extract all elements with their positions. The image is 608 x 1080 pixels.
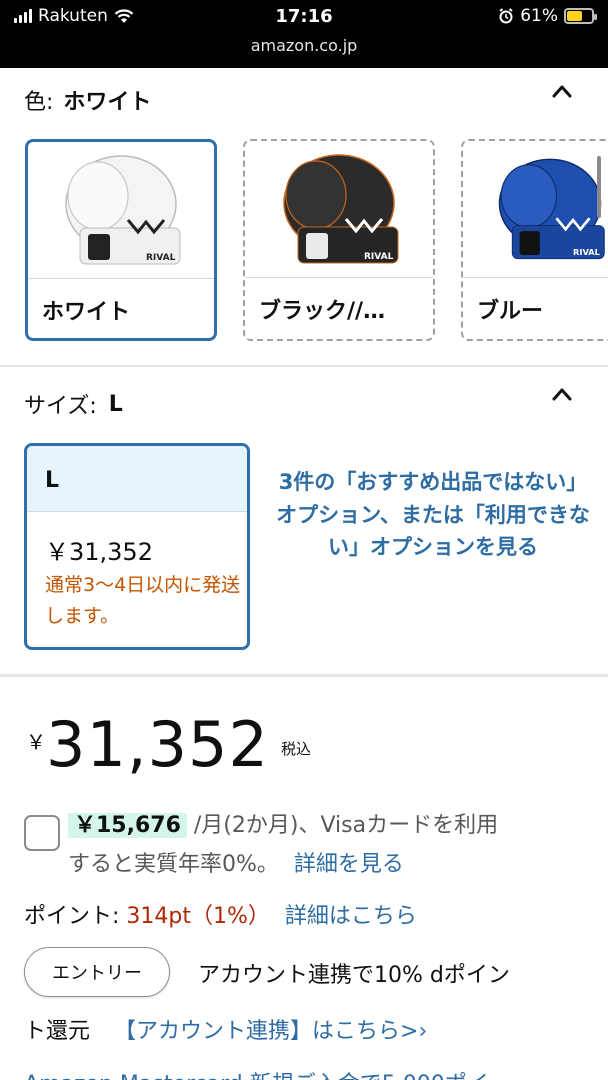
entry-button[interactable]: エントリー (24, 947, 170, 997)
installment-details-link[interactable]: 詳細を見る (294, 852, 404, 877)
battery-icon (564, 8, 597, 24)
color-option-label: ブラック//… (259, 299, 386, 324)
size-option-price: ￥31,352 (45, 538, 153, 566)
other-options-link[interactable]: 3件の「おすすめ出品ではない」オプション、または「利用できない」オプションを見る (272, 466, 594, 564)
size-header: サイズ: L (24, 388, 123, 420)
account-link[interactable]: 【アカウント連携】はこちら>› (114, 1019, 427, 1044)
color-option-label: ブルー (477, 299, 544, 324)
boxing-glove-icon: RIVAL (283, 154, 399, 264)
battery-percent: 61% (520, 6, 558, 26)
points-label: ポイント: (24, 904, 127, 929)
boxing-glove-icon: RIVAL (498, 158, 605, 260)
dpoint-text-line2: ト還元 【アカウント連携】はこちら>› (24, 1019, 428, 1044)
color-option-black[interactable]: RIVAL ブラック//… (243, 139, 435, 341)
currency-symbol: ￥ (26, 730, 46, 754)
points-value: 314pt（1%） (126, 904, 270, 929)
color-header: 色: ホワイト (24, 84, 151, 116)
size-selected-value: L (108, 391, 123, 417)
color-option-label: ホワイト (42, 300, 131, 325)
points-row: ポイント: 314pt（1%） 詳細はこちら (24, 898, 417, 930)
tax-label: 税込 (281, 740, 312, 758)
installment-text: ￥15,676 /月(2か月)、Visaカードを利用 (68, 807, 498, 839)
svg-text:RIVAL: RIVAL (146, 253, 176, 263)
chevron-up-icon[interactable] (552, 387, 572, 401)
boxing-glove-icon: RIVAL (65, 155, 181, 265)
installment-text-line2: すると実質年率0%。 詳細を見る (68, 852, 404, 877)
mastercard-promo-link[interactable]: Amazon Mastercard 新規ご入会で5,000ポイ (24, 1066, 489, 1080)
svg-text:RIVAL: RIVAL (364, 252, 394, 262)
size-option-l[interactable]: L ￥31,352 通常3～4日以内に発送します。 (24, 443, 250, 650)
horizontal-scrollbar[interactable] (597, 156, 601, 218)
divider (0, 674, 608, 677)
dpoint-text: アカウント連携で10% dポイン (198, 963, 510, 988)
product-image: RIVAL (463, 141, 608, 277)
color-option-white[interactable]: RIVAL ホワイト (25, 139, 217, 341)
installment-checkbox[interactable] (24, 815, 60, 851)
shipping-estimate: 通常3～4日以内に発送します。 (45, 574, 241, 627)
points-details-link[interactable]: 詳細はこちら (285, 904, 417, 929)
alarm-icon (499, 8, 513, 24)
color-option-blue[interactable]: RIVAL ブルー (461, 139, 608, 341)
product-image: RIVAL (245, 141, 433, 277)
chevron-up-icon[interactable] (552, 84, 572, 98)
svg-text:RIVAL: RIVAL (573, 247, 601, 257)
size-option-name: L (45, 468, 60, 493)
url-bar[interactable]: amazon.co.jp (0, 36, 608, 55)
color-selected-value: ホワイト (63, 90, 152, 115)
main-price: 31,352 (46, 708, 269, 781)
status-bar: Rakuten 17:16 61% amazon.co.jp (0, 0, 608, 68)
product-image: RIVAL (28, 142, 214, 278)
installment-amount: ￥15,676 (68, 813, 187, 838)
color-label: 色: (24, 90, 54, 115)
divider (0, 365, 608, 367)
size-label: サイズ: (24, 394, 97, 419)
